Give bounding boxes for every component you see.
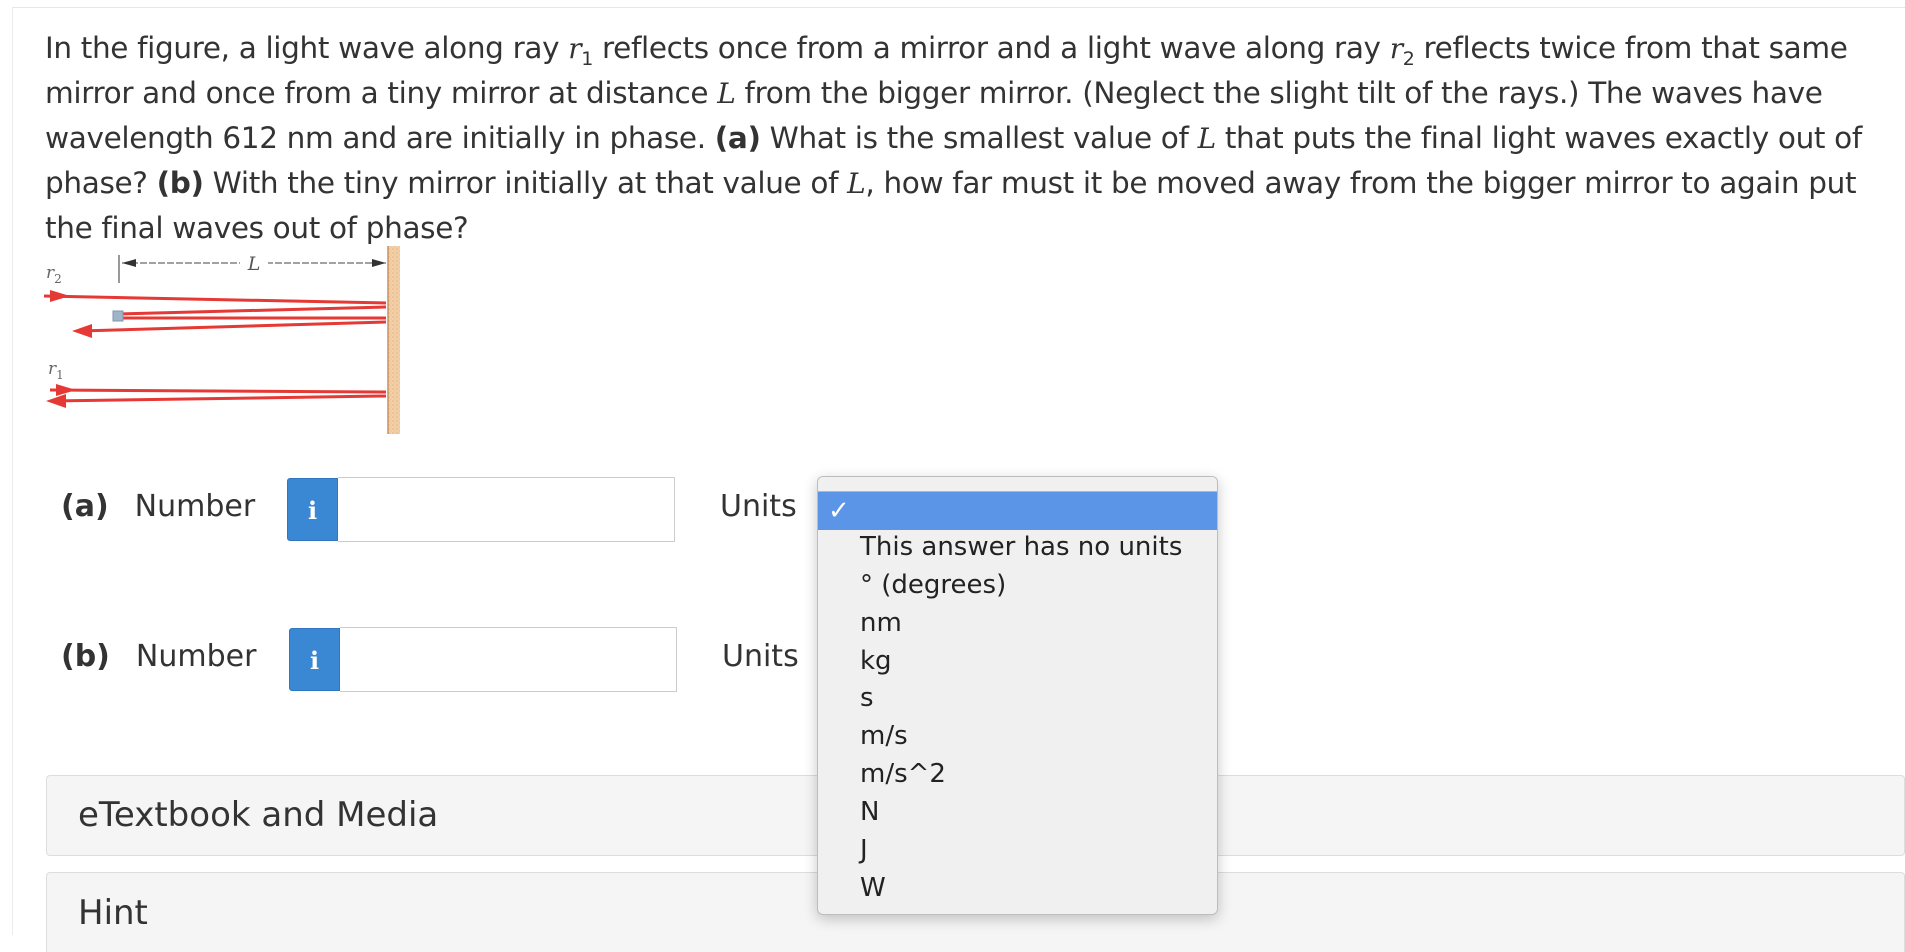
- dropdown-option[interactable]: This answer has no units: [818, 528, 1217, 566]
- dropdown-option[interactable]: nm: [818, 604, 1217, 642]
- part-a-label: (a) Number: [61, 489, 256, 524]
- dropdown-option[interactable]: m/s: [818, 717, 1217, 755]
- dropdown-selected-option[interactable]: ✓: [818, 492, 1217, 530]
- dropdown-option[interactable]: s: [818, 679, 1217, 717]
- part-b-units-label: Units: [722, 639, 799, 674]
- check-icon: ✓: [828, 496, 850, 526]
- dropdown-option[interactable]: ° (degrees): [818, 566, 1217, 604]
- dropdown-option[interactable]: W: [818, 869, 1217, 907]
- ray-r1-out: [49, 394, 387, 403]
- dropdown-option[interactable]: J: [818, 831, 1217, 869]
- dropdown-option[interactable]: kg: [818, 642, 1217, 680]
- tiny-mirror: [112, 310, 124, 322]
- etextbook-media-title: eTextbook and Media: [78, 795, 439, 835]
- part-b-label: (b) Number: [61, 639, 257, 674]
- dropdown-option[interactable]: m/s^2: [818, 755, 1217, 793]
- part-a-number-input[interactable]: [338, 477, 675, 542]
- question-text: In the figure, a light wave along ray r1…: [45, 31, 1862, 245]
- ray-r1-in: [49, 388, 387, 394]
- label-r1: r1: [48, 359, 64, 382]
- ray-r2-mid: [117, 305, 387, 316]
- dropdown-option[interactable]: N: [818, 793, 1217, 831]
- ray-r2-in: [43, 294, 387, 305]
- dimension-arrow-left: [122, 259, 136, 267]
- dropdown-header: [818, 477, 1217, 492]
- part-b-number-input[interactable]: [340, 627, 677, 692]
- left-border: [12, 7, 13, 935]
- label-L: L: [247, 253, 261, 275]
- hint-title: Hint: [78, 893, 148, 933]
- part-a-units-dropdown[interactable]: ✓ This answer has no units ° (degrees) nm k…: [817, 476, 1218, 915]
- dropdown-options: This answer has no units ° (degrees) nm kg s…: [818, 528, 1217, 907]
- part-a-units-label: Units: [720, 489, 797, 524]
- part-b-info-button[interactable]: i: [289, 628, 340, 691]
- big-mirror: [388, 246, 400, 434]
- mirror-figure: L r2 r1: [43, 246, 400, 434]
- ray-r2-out: [79, 320, 387, 333]
- label-r2: r2: [46, 263, 62, 286]
- top-divider: [12, 7, 1905, 8]
- dimension-arrow-right: [372, 259, 386, 267]
- part-a-info-button[interactable]: i: [287, 478, 338, 541]
